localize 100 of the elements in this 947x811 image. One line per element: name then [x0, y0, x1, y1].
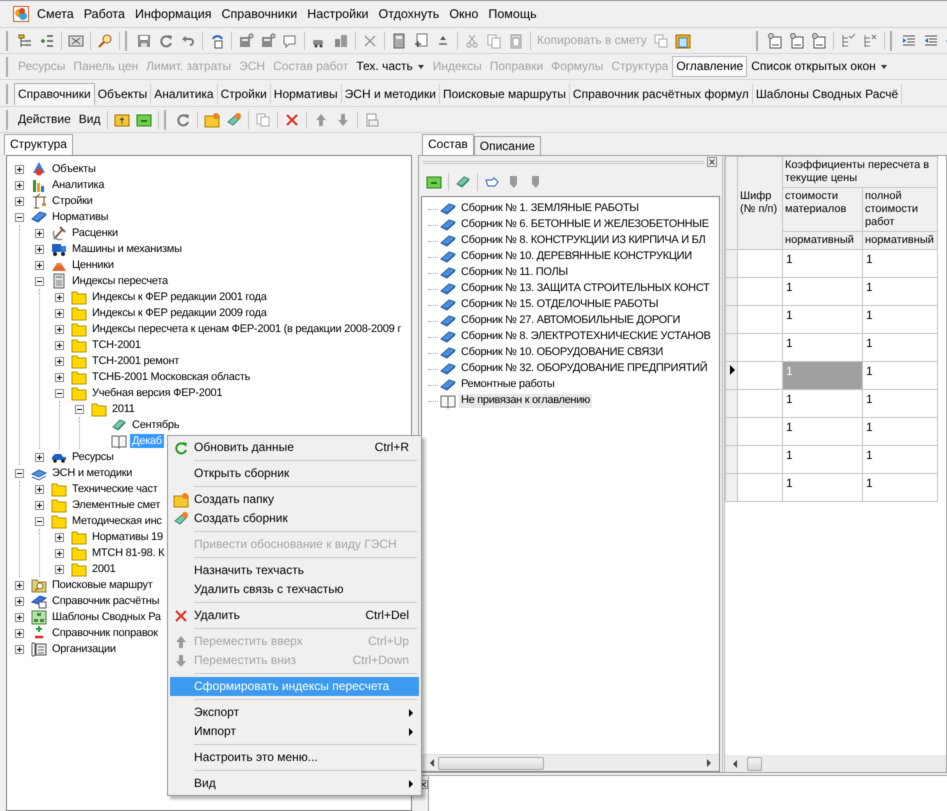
tree-item[interactable]: Справочник поправок [50, 626, 160, 640]
section-tab[interactable]: Справочники [14, 83, 95, 105]
search-icon[interactable] [97, 32, 113, 48]
menu-item[interactable]: Открыть сборник [170, 464, 419, 483]
tree-icon[interactable] [17, 32, 33, 48]
expand-icon[interactable] [15, 580, 24, 590]
section-tab[interactable]: Нормативы [270, 84, 342, 104]
list-item[interactable]: Сборник № 8. ЭЛЕКТРОТЕХНИЧЕСКИЕ УСТАНОВ [459, 330, 712, 344]
tree-item[interactable]: Ресурсы [70, 450, 116, 464]
expand-icon[interactable] [55, 340, 64, 350]
expand-icon[interactable] [15, 628, 24, 638]
menu-item[interactable]: Справочники [216, 4, 302, 24]
new-book-icon[interactable] [226, 112, 242, 128]
menu-item[interactable]: Отдохнуть [374, 4, 444, 24]
dropdown-caret-icon[interactable] [416, 64, 425, 70]
tree-item[interactable]: Расценки [70, 226, 120, 240]
column-header[interactable]: полной стоимости работ [862, 188, 938, 232]
collapse-icon[interactable] [15, 212, 24, 222]
column-header[interactable]: стоимости материалов [782, 188, 862, 232]
toolbar-menu[interactable]: Вид [74, 109, 104, 130]
tree-item[interactable]: МТСН 81-98. К [90, 546, 166, 560]
calculator-icon[interactable] [391, 32, 407, 48]
tree-item[interactable]: Сентябрь [130, 418, 182, 432]
tree-item[interactable]: 2011 [110, 402, 137, 416]
expand-icon[interactable] [15, 644, 24, 654]
list-item[interactable]: Сборник № 10. ОБОРУДОВАНИЕ СВЯЗИ [459, 346, 665, 360]
list-item[interactable]: Сборник № 10. ДЕРЕВЯННЫЕ КОНСТРУКЦИИ [459, 250, 694, 264]
section-tab[interactable]: ЭСН и методики [342, 84, 440, 104]
pane-tab[interactable]: Состав [422, 134, 474, 155]
menu-item[interactable]: Работа [78, 4, 130, 24]
expand-icon[interactable] [55, 356, 64, 366]
expand-icon[interactable] [35, 260, 44, 270]
section-tab[interactable]: Справочник расчётных формул [570, 84, 753, 104]
scroll-left-icon[interactable] [429, 759, 435, 767]
horizontal-scrollbar[interactable] [725, 755, 946, 772]
tree-item[interactable]: Индексы к ФЕР редакции 2001 года [90, 290, 269, 304]
tree-item[interactable]: Шаблоны Сводных Ра [50, 610, 163, 624]
tree-item[interactable]: Индексы пересчета [70, 274, 170, 288]
expand-icon[interactable] [35, 500, 44, 510]
section-tab[interactable]: Поисковые маршруты [440, 84, 570, 104]
tree-item[interactable]: Учебная версия ФЕР-2001 [90, 386, 224, 400]
tree-item[interactable]: 2001 [90, 562, 118, 576]
tree-item[interactable]: Стройки [50, 194, 95, 208]
list-item[interactable]: Сборник № 27. АВТОМОБИЛЬНЫЕ ДОРОГИ [459, 314, 682, 328]
folder-up-icon[interactable] [114, 112, 130, 128]
expand-icon[interactable] [35, 228, 44, 238]
indent-icon[interactable] [900, 32, 917, 48]
tree-item[interactable]: Нормативы 19 [90, 530, 165, 544]
pane-tab[interactable]: Описание [474, 136, 541, 155]
dropdown-caret-icon[interactable] [880, 64, 888, 70]
close-icon[interactable] [707, 157, 717, 167]
paste-icon[interactable] [508, 32, 524, 48]
book-icon[interactable] [455, 174, 471, 190]
collapse-icon[interactable] [35, 516, 44, 526]
section-tab[interactable]: Аналитика [151, 84, 218, 104]
expand-icon[interactable] [55, 532, 64, 542]
expand-icon[interactable] [15, 164, 24, 174]
section-tab[interactable]: Объекты [94, 84, 152, 104]
expand-icon[interactable] [55, 308, 64, 318]
folder-minus-icon[interactable] [426, 174, 442, 190]
expand-icon[interactable] [15, 612, 24, 622]
pane-tab[interactable]: Структура [4, 134, 73, 155]
refresh-icon[interactable] [175, 112, 192, 128]
menu-item[interactable]: Информация [130, 4, 216, 24]
tree-item[interactable]: Технические част [70, 482, 160, 496]
add-box-icon[interactable] [238, 32, 254, 48]
expand-icon[interactable] [35, 244, 44, 254]
menu-item[interactable]: Создать папку [170, 490, 419, 509]
expand-icon[interactable] [15, 596, 24, 606]
panel-button[interactable]: Список открытых окон [747, 56, 892, 77]
printer-icon[interactable] [364, 112, 380, 128]
tree-item[interactable]: Элементные смет [70, 498, 162, 512]
menu-item[interactable]: Экспорт [170, 703, 419, 722]
tree-item[interactable]: Методическая инс [70, 514, 164, 528]
expand-icon[interactable] [15, 180, 24, 190]
tree-item[interactable]: Индексы пересчета к ценам ФЕР-2001 (в редакции 2008-2009 г [90, 322, 404, 336]
scroll-right-icon[interactable] [706, 759, 712, 767]
tree-item[interactable]: Объекты [50, 162, 98, 176]
folder-minus-icon[interactable] [136, 112, 152, 128]
list-item[interactable]: Сборник № 32. ОБОРУДОВАНИЕ ПРЕДПРИЯТИЙ [459, 362, 710, 376]
list-item[interactable]: Не привязан к оглавлению [459, 394, 592, 408]
menu-item[interactable]: Удалить связь с техчастью [170, 580, 419, 599]
app-logo-icon[interactable] [13, 6, 29, 22]
scrollbar-thumb[interactable] [438, 756, 544, 770]
scrollbar-thumb[interactable] [747, 756, 762, 770]
menu-item[interactable]: Вид [170, 774, 419, 793]
tree-item[interactable]: ТСН-2001 ремонт [90, 354, 182, 368]
tree-item[interactable]: ТСН-2001 [90, 338, 143, 352]
comment-icon[interactable] [282, 32, 298, 48]
menu-item[interactable]: Назначить техчасть [170, 561, 419, 580]
expand-icon[interactable] [55, 548, 64, 558]
menu-item[interactable]: Помощь [483, 4, 542, 24]
refresh-icon[interactable] [158, 32, 174, 48]
column-header[interactable]: Шифр (№ п/п) [738, 156, 782, 250]
panel-button[interactable]: Оглавление [672, 56, 748, 77]
tree-item[interactable]: Организации [50, 642, 118, 656]
tree-item[interactable]: Индексы к ФЕР редакции 2009 года [90, 306, 269, 320]
list-item[interactable]: Сборник № 1. ЗЕМЛЯНЫЕ РАБОТЫ [459, 202, 641, 216]
tree-item[interactable]: Машины и механизмы [70, 242, 184, 256]
tree-check-icon[interactable] [840, 32, 856, 48]
